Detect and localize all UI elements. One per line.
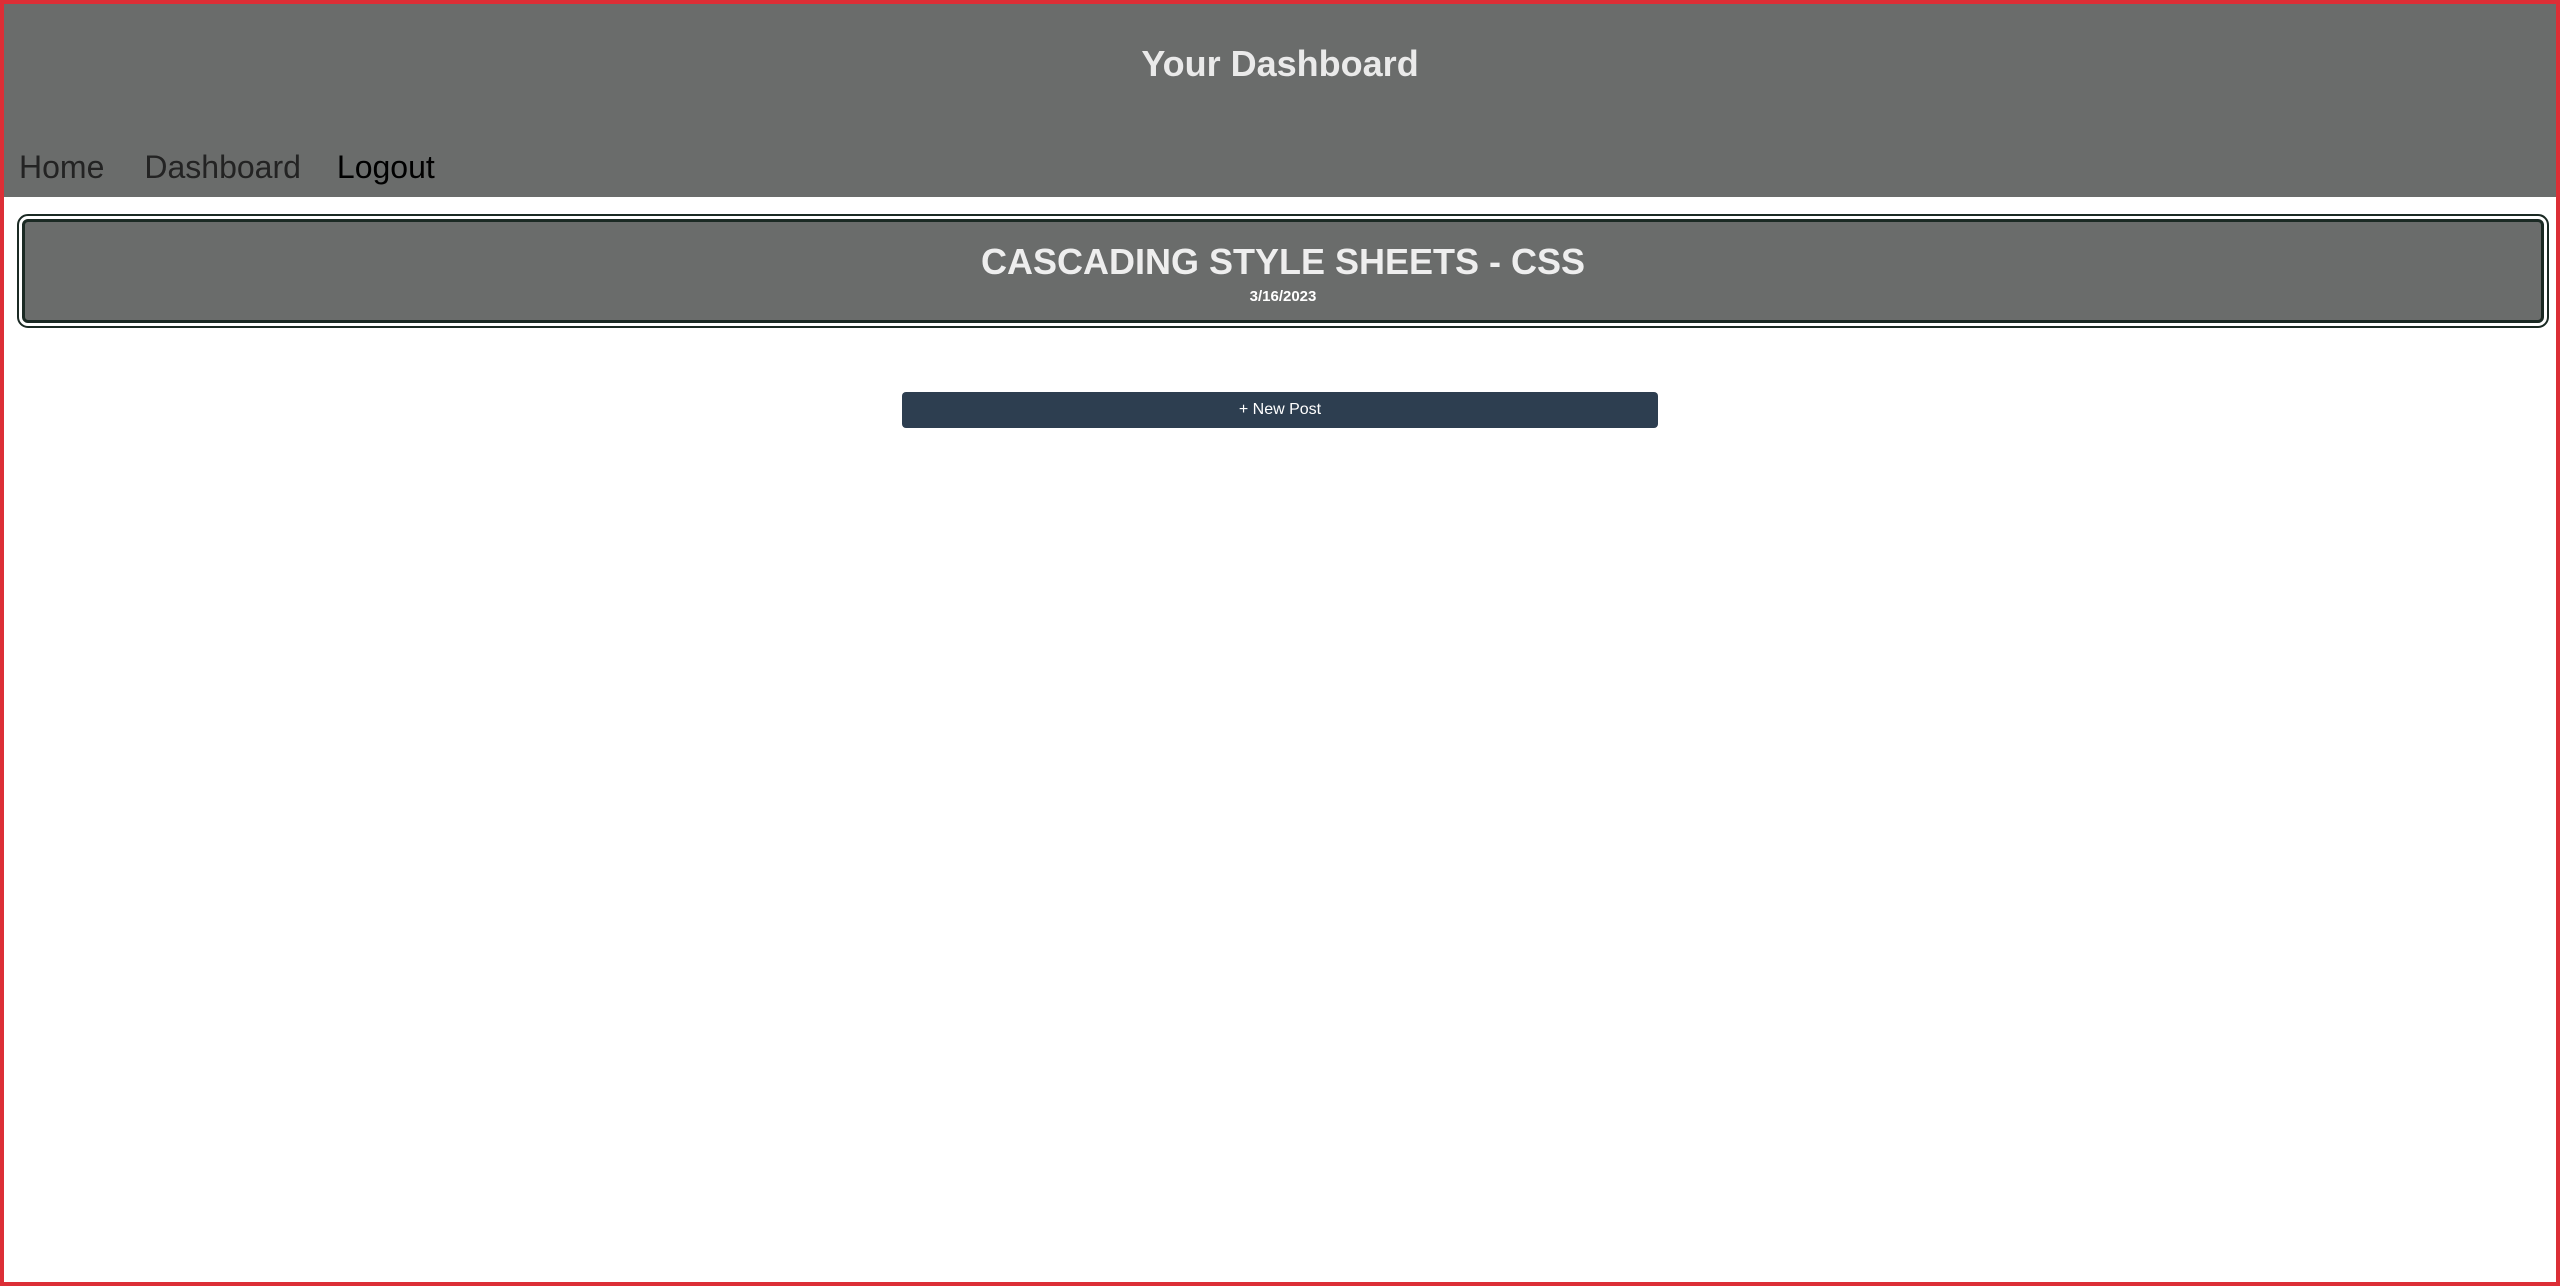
site-header: Your Dashboard Home Dashboard Logout bbox=[4, 4, 2556, 197]
new-post-button[interactable]: + New Post bbox=[902, 392, 1658, 428]
post-title: CASCADING STYLE SHEETS - CSS bbox=[980, 241, 1586, 282]
post-date: 3/16/2023 bbox=[1249, 288, 1317, 305]
page-title: Your Dashboard bbox=[1141, 43, 1419, 84]
nav-dashboard-link[interactable]: Dashboard bbox=[144, 147, 301, 187]
page-frame: Your Dashboard Home Dashboard Logout CAS… bbox=[0, 0, 2560, 1286]
nav-logout-link[interactable]: Logout bbox=[337, 147, 435, 187]
nav-home-link[interactable]: Home bbox=[19, 147, 104, 187]
post-card[interactable]: CASCADING STYLE SHEETS - CSS 3/16/2023 bbox=[17, 214, 2549, 328]
main-nav: Home Dashboard Logout bbox=[19, 147, 435, 187]
